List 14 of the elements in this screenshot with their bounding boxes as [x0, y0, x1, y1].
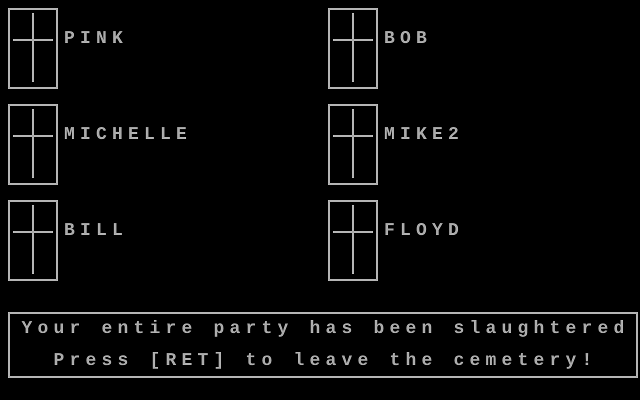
character-name: BOB: [384, 28, 432, 50]
tombstone-cross-icon: [8, 104, 58, 185]
tombstone-cross-icon: [328, 8, 378, 89]
character-name: PINK: [64, 28, 128, 50]
message-text: Press [RET] to leave the cemetery!: [52, 350, 598, 372]
tombstone-cross-icon: [328, 104, 378, 185]
character-name: MIKE2: [384, 124, 464, 146]
character-name: MICHELLE: [64, 124, 192, 146]
tombstone-cross-icon: [8, 8, 58, 89]
character-name: BILL: [64, 220, 128, 242]
tombstone-cross-icon: [328, 200, 378, 281]
character-name: FLOYD: [384, 220, 464, 242]
message-text: Your entire party has been slaughtered: [20, 318, 630, 340]
tombstone-cross-icon: [8, 200, 58, 281]
